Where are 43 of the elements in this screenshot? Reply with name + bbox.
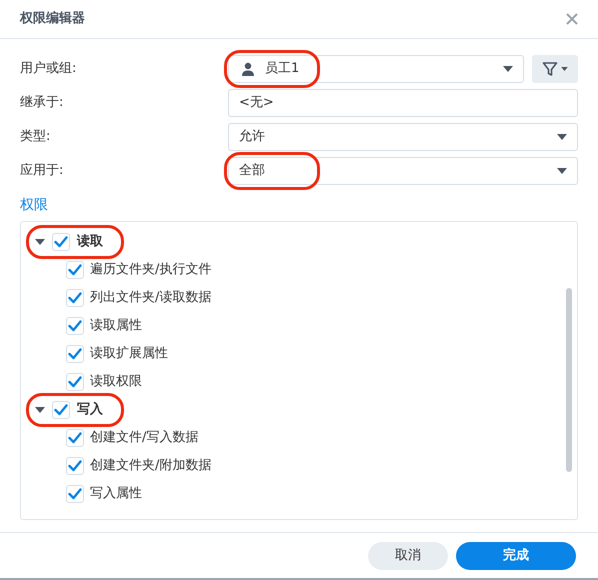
permission-label: 读取权限 <box>90 373 142 392</box>
scrollbar[interactable] <box>566 288 572 472</box>
permission-label: 遍历文件夹/执行文件 <box>90 261 212 280</box>
caret-icon <box>503 66 513 72</box>
caret-icon <box>35 407 45 413</box>
section-title: 权限 <box>19 196 49 215</box>
permission-label: 读取属性 <box>90 317 142 336</box>
close-icon[interactable] <box>566 13 578 25</box>
caret-icon <box>557 168 567 174</box>
group-label: 写入 <box>77 400 103 420</box>
dropdown-field[interactable]: 员工1 <box>228 55 524 83</box>
input-field[interactable]: <无> <box>228 89 578 117</box>
field-label: 应用于: <box>20 162 64 180</box>
checkbox[interactable] <box>66 289 84 307</box>
checkbox[interactable] <box>52 233 70 251</box>
permission-label: 列出文件夹/读取数据 <box>90 289 212 308</box>
field-label: 类型: <box>20 128 52 146</box>
done-button[interactable]: 完成 <box>456 542 576 570</box>
group-label: 读取 <box>77 233 103 252</box>
filter-button[interactable] <box>532 55 578 83</box>
checkbox[interactable] <box>66 345 84 363</box>
checkbox[interactable] <box>66 261 84 279</box>
cancel-button[interactable]: 取消 <box>368 542 448 570</box>
caret-icon <box>35 239 45 245</box>
checkbox[interactable] <box>66 457 84 475</box>
permission-label: 创建文件夹/附加数据 <box>90 457 212 476</box>
field-label: 用户或组: <box>20 60 78 78</box>
caret-icon <box>561 67 568 71</box>
filter-icon <box>542 61 558 77</box>
permission-label: 读取扩展属性 <box>90 345 168 364</box>
checkbox[interactable] <box>52 401 70 419</box>
permission-label: 创建文件/写入数据 <box>90 429 198 448</box>
caret-icon <box>557 134 567 140</box>
dropdown-field[interactable]: 允许 <box>228 123 578 151</box>
checkbox[interactable] <box>66 373 84 391</box>
user-icon <box>241 62 255 76</box>
field-label: 继承于: <box>20 94 64 112</box>
dropdown-field[interactable]: 全部 <box>228 157 578 185</box>
checkbox[interactable] <box>66 429 84 447</box>
checkbox[interactable] <box>66 317 84 335</box>
checkbox[interactable] <box>66 485 84 503</box>
permission-label: 写入属性 <box>90 485 142 504</box>
window-title: 权限编辑器 <box>20 10 85 28</box>
